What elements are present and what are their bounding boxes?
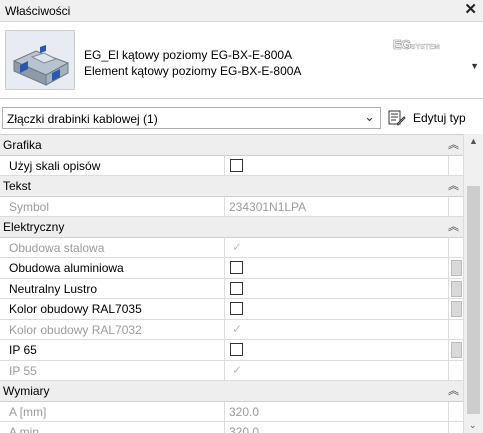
property-row: Kolor obudowy RAL7032 ✓ — [0, 319, 463, 340]
group-header-wymiary[interactable]: Wymiary ︽ — [0, 381, 463, 402]
column-divider — [224, 319, 225, 339]
column-divider — [448, 340, 449, 360]
type-name: EG_El kątowy poziomy EG-BX-E-800A Elemen… — [84, 47, 301, 79]
checkmark-icon: ✓ — [231, 321, 243, 336]
scrollbar-thumb[interactable] — [467, 186, 480, 414]
column-divider — [224, 340, 225, 360]
column-divider — [224, 360, 225, 380]
group-name: Tekst — [3, 179, 32, 193]
property-row[interactable]: A [mm] 320.0 — [0, 401, 463, 422]
property-row[interactable]: A min 320.0 — [0, 422, 463, 433]
instance-filter-dropdown[interactable]: Złączki drabinki kablowej (1) ⌄ — [2, 107, 381, 129]
property-checkbox[interactable] — [230, 302, 243, 315]
chevron-down-icon: ⌄ — [364, 109, 375, 124]
property-checkbox[interactable] — [230, 281, 243, 295]
group-name: Wymiary — [3, 384, 50, 398]
column-divider — [448, 196, 449, 216]
type-selector[interactable]: EG_El kątowy poziomy EG-BX-E-800A Elemen… — [0, 23, 483, 99]
edit-type-button[interactable]: Edytuj typ — [388, 108, 483, 130]
column-divider — [224, 278, 225, 298]
property-checkbox[interactable] — [230, 343, 243, 356]
row-scroll-indicator — [451, 280, 462, 297]
property-value: 320.0 — [229, 404, 260, 419]
column-divider — [448, 422, 449, 433]
column-divider — [448, 360, 449, 380]
property-name: Obudowa aluminiowa — [9, 261, 124, 275]
edit-type-icon — [388, 110, 406, 126]
vertical-scrollbar[interactable]: ▲ ⌄ — [463, 134, 483, 433]
edit-type-label: Edytuj typ — [413, 111, 466, 125]
column-divider — [224, 401, 225, 421]
property-value: 234301N1LPA — [229, 199, 307, 214]
column-divider — [448, 155, 449, 175]
chevron-down-icon[interactable]: ▼ — [470, 61, 479, 71]
property-row[interactable]: Kolor obudowy RAL7035 — [0, 299, 463, 320]
property-row[interactable]: Neutralny Lustro — [0, 278, 463, 299]
column-divider — [224, 422, 225, 433]
group-header-tekst[interactable]: Tekst ︽ — [0, 176, 463, 197]
property-row: Obudowa stalowa ✓ — [0, 237, 463, 258]
property-row[interactable]: Użyj skali opisów — [0, 155, 463, 176]
column-divider — [448, 299, 449, 319]
property-value: 320.0 — [229, 425, 260, 433]
type-line-2: Element kątowy poziomy EG-BX-E-800A — [84, 64, 302, 78]
property-name: IP 55 — [9, 363, 37, 378]
property-name: IP 65 — [9, 343, 37, 357]
property-name: Użyj skali opisów — [9, 158, 101, 173]
checkmark-icon: ✓ — [231, 362, 243, 377]
property-row[interactable]: Symbol 234301N1LPA — [0, 196, 463, 217]
property-name: Kolor obudowy RAL7032 — [9, 322, 142, 337]
property-checkbox[interactable] — [230, 261, 243, 274]
property-name: Neutralny Lustro — [9, 281, 98, 296]
property-name: Obudowa stalowa — [9, 240, 105, 255]
family-thumbnail-image — [5, 30, 75, 90]
double-chevron-up-icon[interactable]: ︽ — [448, 177, 459, 193]
column-divider — [448, 278, 449, 298]
group-name: Elektryczny — [3, 220, 65, 234]
type-line-1: EG_El kątowy poziomy EG-BX-E-800A — [84, 48, 293, 62]
group-name: Grafika — [3, 138, 42, 152]
group-header-grafika[interactable]: Grafika ︽ — [0, 135, 463, 156]
property-name: A min — [9, 425, 40, 433]
double-chevron-up-icon[interactable]: ︽ — [448, 218, 459, 234]
properties-title-bar: Właściwości ✕ — [0, 0, 483, 22]
row-scroll-indicator — [451, 301, 462, 317]
scroll-down-arrow-icon[interactable]: ⌄ — [469, 420, 477, 431]
column-divider — [224, 299, 225, 319]
filter-value: Złączki drabinki kablowej (1) — [7, 112, 158, 126]
row-scroll-indicator — [451, 342, 462, 358]
column-divider — [448, 319, 449, 339]
double-chevron-up-icon[interactable]: ︽ — [448, 382, 459, 398]
property-name: Symbol — [9, 199, 50, 214]
double-chevron-up-icon[interactable]: ︽ — [448, 136, 459, 152]
column-divider — [448, 401, 449, 421]
scroll-up-arrow-icon[interactable]: ▲ — [469, 136, 478, 146]
property-name: A [mm] — [9, 404, 47, 419]
row-scroll-indicator — [451, 260, 462, 276]
property-row[interactable]: IP 65 — [0, 340, 463, 361]
instance-filter-row: Złączki drabinki kablowej (1) ⌄ Edytuj t… — [0, 105, 483, 131]
column-divider — [224, 155, 225, 175]
cable-tray-elbow-image — [12, 45, 70, 86]
column-divider — [448, 237, 449, 257]
column-divider — [224, 196, 225, 216]
logo-background — [389, 34, 459, 54]
close-icon[interactable]: ✕ — [464, 2, 477, 18]
column-divider — [224, 258, 225, 278]
group-header-elektryczny[interactable]: Elektryczny ︽ — [0, 217, 463, 238]
property-row: IP 55 ✓ — [0, 360, 463, 381]
property-row[interactable]: Obudowa aluminiowa — [0, 258, 463, 279]
column-divider — [224, 237, 225, 257]
eg-system-logo: EGSYSTEM — [393, 37, 440, 53]
property-checkbox[interactable] — [230, 158, 243, 172]
checkmark-icon: ✓ — [231, 239, 243, 254]
window-title: Właściwości — [5, 4, 71, 18]
properties-grid[interactable]: Grafika ︽ Użyj skali opisów Tekst ︽ Symb… — [0, 134, 463, 433]
property-name: Kolor obudowy RAL7035 — [9, 302, 142, 316]
column-divider — [448, 258, 449, 278]
